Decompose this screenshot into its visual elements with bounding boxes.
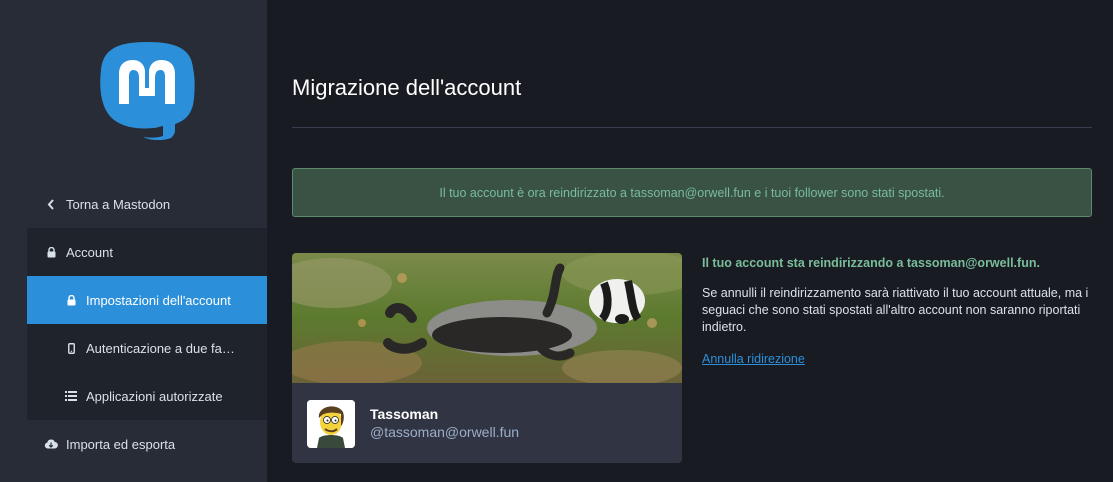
mobile-icon (64, 342, 78, 354)
success-notice: Il tuo account è ora reindirizzato a tas… (292, 168, 1092, 217)
lock-icon (44, 246, 58, 258)
back-to-mastodon-link[interactable]: Torna a Mastodon (27, 180, 267, 228)
sidebar-item-authorized-apps[interactable]: Applicazioni autorizzate (27, 372, 267, 420)
sidebar-item-account-settings[interactable]: Impostazioni dell'account (27, 276, 267, 324)
import-export-label: Importa ed esporta (66, 436, 176, 452)
redirect-description: Se annulli il reindirizzamento sarà riat… (702, 286, 1089, 334)
sidebar-item-account[interactable]: Account (27, 228, 267, 276)
account-label: Account (66, 244, 113, 260)
redirect-info: Il tuo account sta reindirizzando a tass… (702, 253, 1092, 368)
avatar[interactable] (307, 400, 355, 448)
account-card[interactable]: Tassoman @tassoman@orwell.fun (292, 253, 682, 463)
page-title: Migrazione dell'account (292, 74, 522, 100)
lock-icon (64, 294, 78, 306)
sidebar: Torna a Mastodon Account Impostazioni de… (0, 0, 267, 482)
account-handle: @tassoman@orwell.fun (370, 424, 520, 440)
chevron-left-icon (44, 198, 58, 210)
sidebar-item-two-factor[interactable]: Autenticazione a due fa… (27, 324, 267, 372)
two-factor-label: Autenticazione a due fa… (86, 340, 235, 356)
notice-text: Il tuo account è ora reindirizzato a tas… (439, 185, 945, 200)
redirect-heading: Il tuo account sta reindirizzando a tass… (702, 256, 1040, 270)
account-settings-label: Impostazioni dell'account (86, 292, 231, 308)
sidebar-item-import-export[interactable]: Importa ed esporta (27, 420, 267, 468)
back-label: Torna a Mastodon (66, 196, 171, 212)
cloud-download-icon (44, 439, 58, 449)
list-icon (64, 391, 78, 401)
display-name: Tassoman (370, 406, 439, 422)
header-image (292, 253, 682, 386)
cancel-redirect-link[interactable]: Annulla ridirezione (702, 352, 805, 366)
mastodon-logo-icon[interactable] (99, 40, 195, 140)
divider (292, 127, 1092, 128)
authorized-apps-label: Applicazioni autorizzate (86, 388, 223, 404)
